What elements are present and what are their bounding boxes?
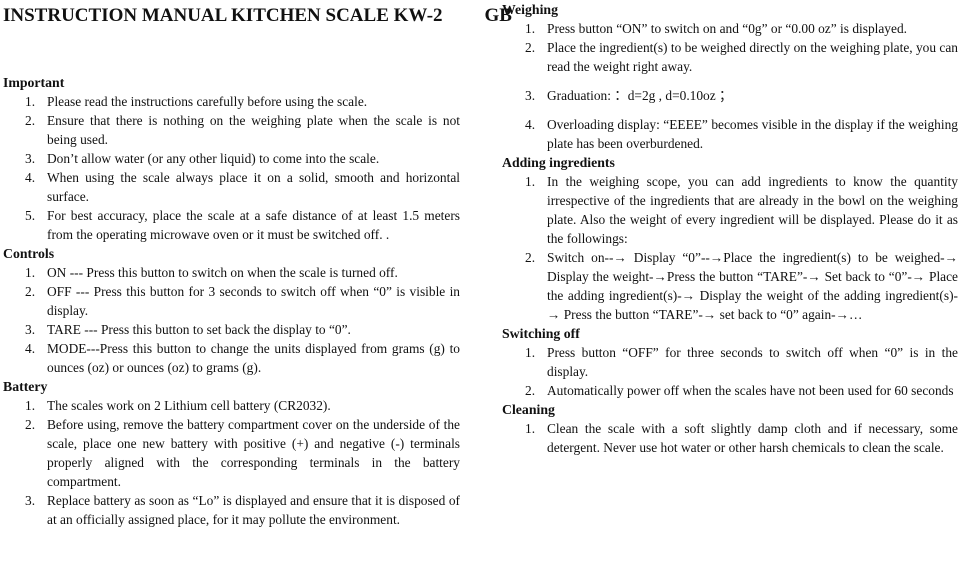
section-adding-ingredients: Adding ingredients 1. In the weighing sco… [502, 153, 958, 324]
item-text: Ensure that there is nothing on the weig… [47, 113, 460, 147]
right-column: Weighing 1. Press button “ON” to switch o… [502, 0, 958, 457]
item-text: Automatically power off when the scales … [547, 383, 954, 398]
item-number: 1. [525, 174, 536, 189]
spacer [502, 105, 958, 115]
list-item: 4. Overloading display: “EEEE” becomes vi… [502, 115, 958, 153]
list-item: 3. TARE --- Press this button to set back… [3, 320, 460, 339]
battery-list: 1. The scales work on 2 Lithium cell batt… [3, 396, 460, 529]
list-item: 1. Press button “ON” to switch on and “0g… [502, 19, 958, 38]
item-text: Place the ingredient(s) to be weighed di… [547, 40, 958, 74]
item-text: Before using, remove the battery compart… [47, 417, 460, 489]
section-heading: Switching off [502, 326, 580, 341]
item-text: Switch on--→ Display “0”--→Place the ing… [547, 250, 958, 322]
item-number: 3. [25, 493, 36, 508]
list-item: 3. Graduation: ：d=2g , d=0.10oz ； [502, 86, 958, 105]
list-item: 2. Ensure that there is nothing on the we… [3, 111, 460, 149]
section-important: Important 1. Please read the instructions… [3, 73, 460, 244]
list-item: 2. Automatically power off when the scale… [502, 381, 958, 400]
list-item: 1. ON --- Press this button to switch on … [3, 263, 460, 282]
item-text: Graduation: ：d=2g , d=0.10oz ； [547, 88, 733, 103]
item-number: 2. [25, 113, 36, 128]
list-item: 5. For best accuracy, place the scale at … [3, 206, 460, 244]
item-number: 2. [525, 40, 536, 55]
list-item: 3. Don’t allow water (or any other liquid… [3, 149, 460, 168]
item-number: 3. [25, 151, 36, 166]
list-item: 1. In the weighing scope, you can add ing… [502, 172, 958, 248]
item-number: 1. [25, 265, 36, 280]
item-text: Clean the scale with a soft slightly dam… [547, 421, 958, 455]
section-heading: Important [3, 75, 65, 90]
item-text: TARE --- Press this button to set back t… [47, 322, 351, 337]
item-number: 1. [525, 421, 536, 436]
item-number: 2. [25, 284, 36, 299]
item-number: 2. [525, 250, 536, 265]
section-battery: Battery 1. The scales work on 2 Lithium c… [3, 377, 460, 529]
controls-list: 1. ON --- Press this button to switch on … [3, 263, 460, 377]
item-number: 1. [25, 398, 36, 413]
item-number: 4. [25, 341, 36, 356]
left-column: Important 1. Please read the instructions… [3, 0, 460, 529]
item-text: Don’t allow water (or any other liquid) … [47, 151, 380, 166]
section-cleaning: Cleaning 1. Clean the scale with a soft s… [502, 400, 958, 457]
cleaning-list: 1. Clean the scale with a soft slightly d… [502, 419, 958, 457]
section-heading: Battery [3, 379, 48, 394]
section-heading: Adding ingredients [502, 155, 615, 170]
list-item: 4. When using the scale always place it o… [3, 168, 460, 206]
item-number: 5. [25, 208, 36, 223]
list-item: 2. Place the ingredient(s) to be weighed … [502, 38, 958, 76]
item-text: OFF --- Press this button for 3 seconds … [47, 284, 460, 318]
section-switching-off: Switching off 1. Press button “OFF” for t… [502, 324, 958, 400]
item-text: Replace battery as soon as “Lo” is displ… [47, 493, 460, 527]
list-item: 2. OFF --- Press this button for 3 second… [3, 282, 460, 320]
list-item: 1. The scales work on 2 Lithium cell batt… [3, 396, 460, 415]
weighing-list: 1. Press button “ON” to switch on and “0g… [502, 19, 958, 153]
item-number: 4. [25, 170, 36, 185]
item-text: Press button “ON” to switch on and “0g” … [547, 21, 907, 36]
section-controls: Controls 1. ON --- Press this button to s… [3, 244, 460, 377]
adding-ingredients-list: 1. In the weighing scope, you can add ing… [502, 172, 958, 324]
item-number: 1. [25, 94, 36, 109]
section-heading: Controls [3, 246, 55, 261]
list-item: 3. Replace battery as soon as “Lo” is dis… [3, 491, 460, 529]
title-spacer [3, 0, 460, 73]
list-item: 2. Switch on--→ Display “0”--→Place the i… [502, 248, 958, 324]
item-text: MODE---Press this button to change the u… [47, 341, 460, 375]
item-text: When using the scale always place it on … [47, 170, 460, 204]
item-number: 1. [525, 345, 536, 360]
list-item: 4. MODE---Press this button to change the… [3, 339, 460, 377]
spacer [502, 76, 958, 86]
item-text: Overloading display: “EEEE” becomes visi… [547, 117, 958, 151]
item-number: 3. [25, 322, 36, 337]
list-item: 1. Please read the instructions carefully… [3, 92, 460, 111]
item-number: 3. [525, 88, 536, 103]
item-number: 2. [25, 417, 36, 432]
item-text: The scales work on 2 Lithium cell batter… [47, 398, 331, 413]
important-list: 1. Please read the instructions carefully… [3, 92, 460, 244]
item-number: 2. [525, 383, 536, 398]
item-text: Please read the instructions carefully b… [47, 94, 368, 109]
item-text: Press button “OFF” for three seconds to … [547, 345, 958, 379]
item-text: ON --- Press this button to switch on wh… [47, 265, 398, 280]
item-text: For best accuracy, place the scale at a … [47, 208, 460, 242]
list-item: 1. Clean the scale with a soft slightly d… [502, 419, 958, 457]
list-item: 2. Before using, remove the battery compa… [3, 415, 460, 491]
section-heading: Cleaning [502, 402, 555, 417]
item-text: In the weighing scope, you can add ingre… [547, 174, 958, 246]
section-heading: Weighing [502, 2, 558, 17]
section-weighing: Weighing 1. Press button “ON” to switch o… [502, 0, 958, 153]
list-item: 1. Press button “OFF” for three seconds t… [502, 343, 958, 381]
item-number: 4. [525, 117, 536, 132]
item-number: 1. [525, 21, 536, 36]
switching-off-list: 1. Press button “OFF” for three seconds t… [502, 343, 958, 400]
